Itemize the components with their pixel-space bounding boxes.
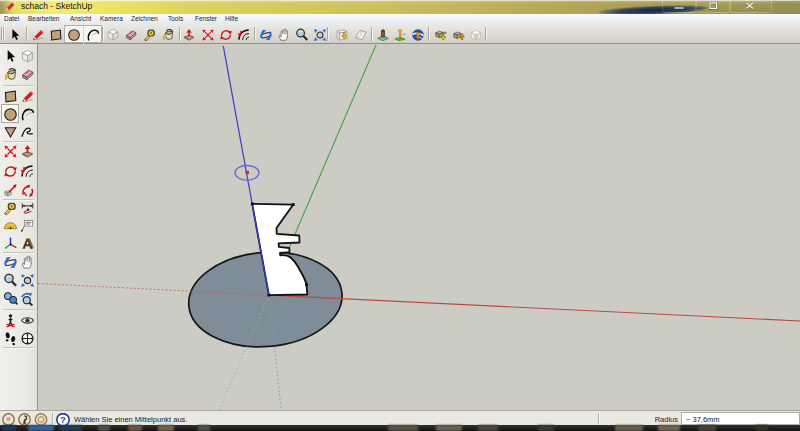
svg-text:?: ?	[60, 414, 66, 425]
